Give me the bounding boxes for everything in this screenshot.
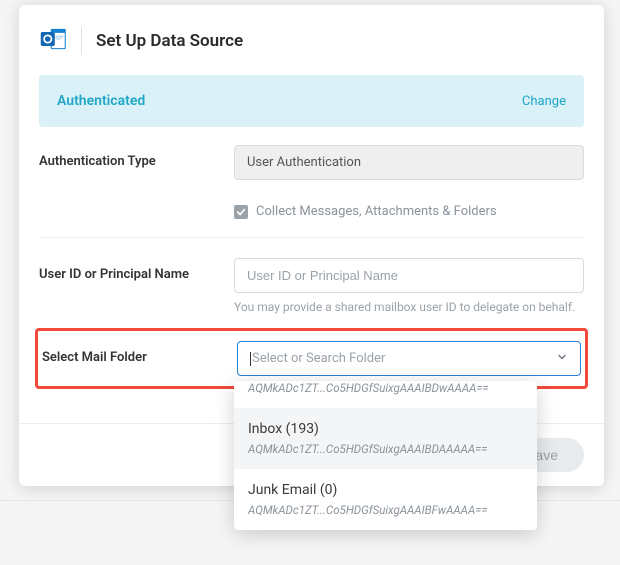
- auth-type-label: Authentication Type: [39, 145, 234, 169]
- dropdown-item-label: Junk Email (0): [248, 482, 523, 498]
- collect-checkbox-row[interactable]: Collect Messages, Attachments & Folders: [19, 192, 604, 237]
- dropdown-item-id: AQMkADc1ZT...Co5HDGfSuixgAAAIBDwAAAA==: [248, 381, 523, 395]
- dropdown-item-id: AQMkADc1ZT...Co5HDGfSuixgAAAIBDAAAAA==: [248, 442, 523, 456]
- mail-folder-select[interactable]: Select or Search Folder: [237, 341, 581, 376]
- modal-title: Set Up Data Source: [96, 31, 243, 51]
- chevron-down-icon[interactable]: [556, 351, 568, 367]
- mail-folder-label: Select Mail Folder: [42, 341, 237, 365]
- folder-dropdown[interactable]: AQMkADc1ZT...Co5HDGfSuixgAAAIBDwAAAA== I…: [234, 381, 537, 530]
- mail-folder-row: Select Mail Folder Select or Search Fold…: [42, 341, 581, 376]
- text-cursor: [250, 352, 251, 366]
- dropdown-item[interactable]: Junk Email (0) AQMkADc1ZT...Co5HDGfSuixg…: [234, 469, 537, 530]
- user-id-row: User ID or Principal Name You may provid…: [19, 258, 604, 316]
- dropdown-item[interactable]: Inbox (193) AQMkADc1ZT...Co5HDGfSuixgAAA…: [234, 408, 537, 469]
- auth-type-row: Authentication Type User Authentication: [19, 145, 604, 180]
- auth-change-link[interactable]: Change: [522, 94, 566, 109]
- user-id-label: User ID or Principal Name: [39, 258, 234, 282]
- mail-folder-placeholder: Select or Search Folder: [252, 351, 385, 366]
- user-id-input[interactable]: [234, 258, 584, 293]
- dropdown-item-id: AQMkADc1ZT...Co5HDGfSuixgAAAIBFwAAAA==: [248, 503, 523, 517]
- auth-banner: Authenticated Change: [39, 75, 584, 127]
- outlook-icon: [39, 25, 81, 57]
- collect-checkbox-label: Collect Messages, Attachments & Folders: [256, 204, 497, 219]
- dropdown-item-label: Inbox (193): [248, 421, 523, 437]
- user-id-hint: You may provide a shared mailbox user ID…: [234, 299, 584, 316]
- auth-type-value: User Authentication: [234, 145, 584, 180]
- section-divider: [39, 237, 584, 238]
- dropdown-item[interactable]: AQMkADc1ZT...Co5HDGfSuixgAAAIBDwAAAA==: [234, 381, 537, 408]
- auth-status: Authenticated: [57, 93, 145, 109]
- checkbox-checked-icon[interactable]: [234, 205, 248, 219]
- header-divider: [81, 27, 82, 55]
- modal-header: Set Up Data Source: [19, 5, 604, 75]
